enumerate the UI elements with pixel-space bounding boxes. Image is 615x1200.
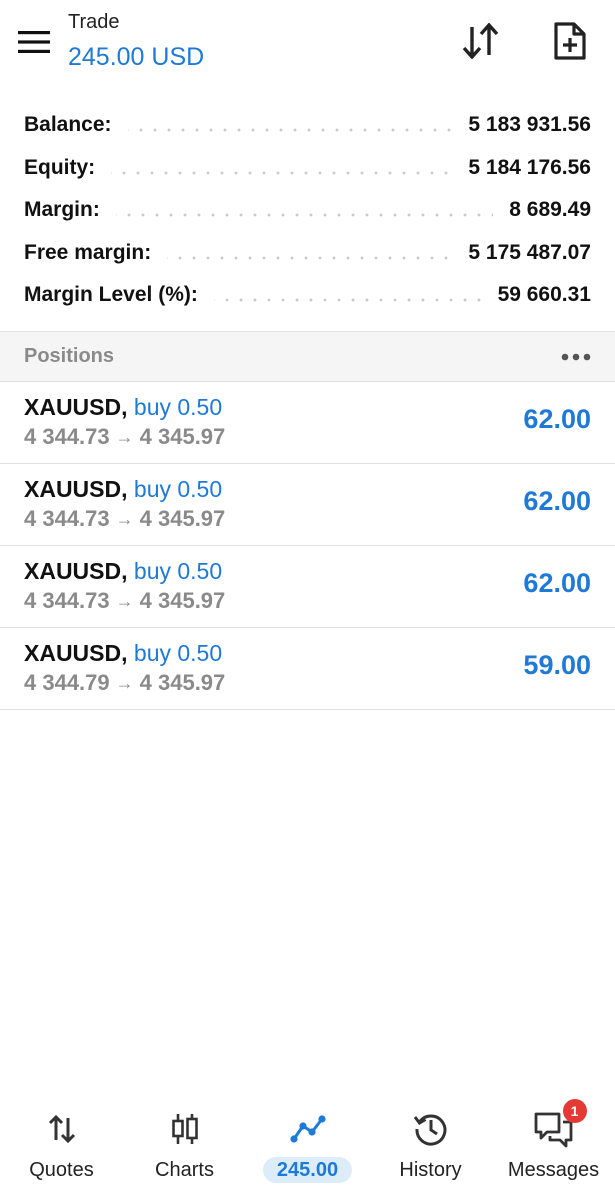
new-order-button[interactable] [547,18,593,64]
position-type-volume: buy 0.50 [133,640,223,666]
position-prices: 4 344.73 → 4 345.97 [24,506,225,532]
price-arrow: → [115,509,134,529]
dotted-leader [127,128,453,133]
dotted-leader [111,170,453,175]
positions-list: XAUUSD, buy 0.50 4 344.73 → 4 345.97 62.00… [0,382,615,710]
positions-title: Positions [24,345,115,367]
position-symbol: XAUUSD [24,558,122,584]
margin-value: 8 689.49 [509,198,591,222]
nav-history-label: History [399,1159,462,1181]
menu-button[interactable] [14,22,54,62]
free-margin-value: 5 175 487.07 [468,240,591,264]
balance-row: Balance: 5 183 931.56 [0,104,615,147]
new-order-icon [554,22,586,60]
nav-trade[interactable]: 245.00 [246,1095,369,1200]
open-price: 4 344.73 [24,588,110,613]
open-price: 4 344.73 [24,506,110,531]
position-prices: 4 344.73 → 4 345.97 [24,588,225,614]
position-profit: 62.00 [523,404,591,434]
position-profit: 59.00 [523,650,591,680]
position-prices: 4 344.73 → 4 345.97 [24,424,225,450]
top-app-bar: Trade 245.00 USD [0,0,615,96]
messages-icon: 1 [533,1099,587,1151]
header-titles: Trade 245.00 USD [68,10,204,74]
positions-section-header: Positions [0,331,615,382]
account-profit: 245.00 USD [68,43,205,71]
messages-badge: 1 [562,1099,587,1123]
current-price: 4 345.97 [139,506,226,531]
free-margin-label: Free margin: [24,240,152,264]
position-separator: , [121,476,128,502]
position-symbol: XAUUSD [24,394,122,420]
dotted-leader [115,213,494,218]
position-type-volume: buy 0.50 [133,394,223,420]
nav-trade-label: 245.00 [262,1157,353,1183]
dotted-leader [213,298,482,303]
page-title: Trade [68,11,120,33]
history-clock-icon [413,1107,449,1151]
price-arrow: → [115,673,134,693]
nav-quotes[interactable]: Quotes [0,1095,123,1200]
margin-level-row: Margin Level (%): 59 660.31 [0,274,615,317]
nav-messages[interactable]: 1 Messages [492,1095,615,1200]
dotted-leader [167,255,453,260]
position-row[interactable]: XAUUSD, buy 0.50 4 344.73 → 4 345.97 62.00 [0,546,615,628]
account-summary: Balance: 5 183 931.56 Equity: 5 184 176.… [0,104,615,317]
open-price: 4 344.79 [24,670,110,695]
position-separator: , [121,394,128,420]
price-arrow: → [115,591,134,611]
position-separator: , [121,640,128,666]
position-row[interactable]: XAUUSD, buy 0.50 4 344.79 → 4 345.97 59.00 [0,628,615,710]
position-profit: 62.00 [523,486,591,516]
equity-value: 5 184 176.56 [468,155,591,179]
position-symbol: XAUUSD [24,640,122,666]
sort-button[interactable] [458,18,504,64]
position-title: XAUUSD, buy 0.50 [24,640,222,667]
margin-row: Margin: 8 689.49 [0,189,615,232]
trade-screen: Trade 245.00 USD Balance: 5 183 931.56 E… [0,0,615,1200]
position-type-volume: buy 0.50 [133,558,223,584]
margin-level-value: 59 660.31 [497,283,591,307]
nav-charts-label: Charts [155,1159,214,1181]
equity-label: Equity: [24,155,96,179]
trade-line-icon [289,1107,326,1151]
sort-arrows-icon [462,23,499,59]
nav-history[interactable]: History [369,1095,492,1200]
position-profit: 62.00 [523,568,591,598]
positions-more-button[interactable] [555,342,591,372]
position-row[interactable]: XAUUSD, buy 0.50 4 344.73 → 4 345.97 62.00 [0,382,615,464]
position-separator: , [121,558,128,584]
margin-level-label: Margin Level (%): [24,283,198,307]
position-row[interactable]: XAUUSD, buy 0.50 4 344.73 → 4 345.97 62.00 [0,464,615,546]
current-price: 4 345.97 [139,670,226,695]
nav-quotes-label: Quotes [29,1159,94,1181]
price-arrow: → [115,427,134,447]
current-price: 4 345.97 [139,588,226,613]
position-prices: 4 344.79 → 4 345.97 [24,670,225,696]
open-price: 4 344.73 [24,424,110,449]
position-symbol: XAUUSD [24,476,122,502]
balance-label: Balance: [24,113,112,137]
nav-charts[interactable]: Charts [123,1095,246,1200]
position-type-volume: buy 0.50 [133,476,223,502]
candlestick-icon [170,1107,200,1151]
current-price: 4 345.97 [139,424,226,449]
position-title: XAUUSD, buy 0.50 [24,394,222,421]
bottom-navigation: Quotes Charts 245.00 History 1 Messages [0,1095,615,1200]
free-margin-row: Free margin: 5 175 487.07 [0,232,615,275]
balance-value: 5 183 931.56 [468,113,591,137]
quotes-arrows-icon [47,1107,77,1151]
position-title: XAUUSD, buy 0.50 [24,558,222,585]
nav-messages-label: Messages [507,1159,600,1181]
more-dots-icon [561,353,591,360]
hamburger-icon [18,31,50,53]
position-title: XAUUSD, buy 0.50 [24,476,222,503]
equity-row: Equity: 5 184 176.56 [0,147,615,190]
margin-label: Margin: [24,198,100,222]
